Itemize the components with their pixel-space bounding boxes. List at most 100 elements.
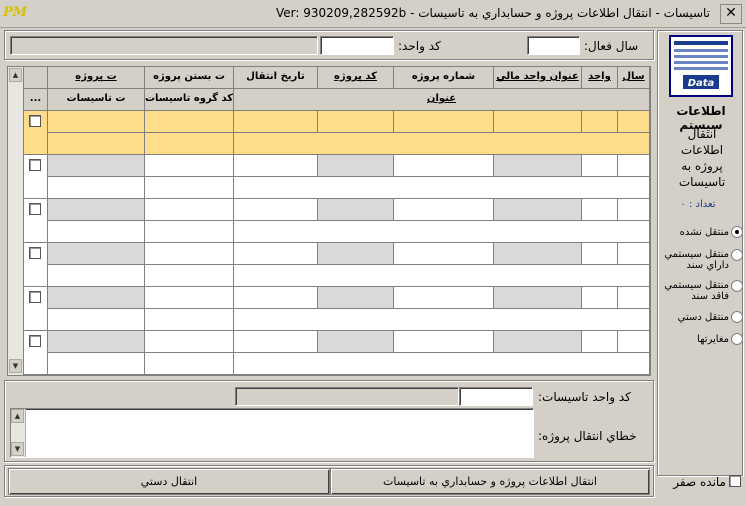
grid-cell[interactable] [145,309,234,331]
grid-cell[interactable] [48,243,145,265]
row-select-cell[interactable] [24,199,48,243]
grid-cell[interactable] [48,309,145,331]
grid-cell[interactable] [234,221,650,243]
grid-cell[interactable] [234,287,318,309]
grid-cell[interactable] [234,353,650,375]
grid-cell[interactable] [234,331,318,353]
row-select-cell[interactable] [24,287,48,331]
grid-cell[interactable] [234,199,318,221]
grid-cell[interactable] [394,155,494,177]
scroll-up-arrow[interactable]: ▲ [9,68,22,82]
col-facility-group-code[interactable]: کد گروه تاسيسات [145,89,234,111]
row-select-cell[interactable] [24,155,48,199]
row-checkbox[interactable] [29,159,41,171]
manual-transfer-button[interactable]: انتقال دستي [8,468,330,495]
facility-unit-code-input[interactable] [459,387,533,406]
grid-cell[interactable] [234,155,318,177]
grid-cell[interactable] [618,331,650,353]
radio-manual-transfer[interactable] [731,311,743,323]
grid-cell[interactable] [48,177,145,199]
grid-cell[interactable] [618,199,650,221]
grid-cell[interactable] [318,155,394,177]
fiscal-year-input[interactable] [527,36,580,55]
grid-cell[interactable] [145,353,234,375]
grid-scrollbar[interactable]: ▲ ▼ [8,67,24,375]
radio-system-without-doc[interactable] [731,280,743,292]
col-project-code[interactable]: کد پروژه [318,67,394,89]
unit-code-input[interactable] [320,36,394,55]
grid-cell[interactable] [145,155,234,177]
projects-grid[interactable]: ▲ ▼ ... ت پروژه ت بستن پروژه تاريخ انتقا… [7,66,651,376]
grid-cell[interactable] [234,265,650,287]
grid-cell[interactable] [48,111,145,133]
col-project-close-date[interactable]: ت بستن پروژه [145,67,234,89]
transfer-error-textarea[interactable] [10,408,534,458]
grid-cell[interactable] [494,243,582,265]
grid-cell[interactable] [48,265,145,287]
grid-cell[interactable] [48,331,145,353]
grid-cell[interactable] [618,243,650,265]
grid-cell[interactable] [494,199,582,221]
grid-cell[interactable] [582,155,618,177]
grid-cell[interactable] [318,111,394,133]
grid-cell[interactable] [48,221,145,243]
col-unit[interactable]: واحد [582,67,618,89]
grid-cell[interactable] [318,199,394,221]
grid-cell[interactable] [234,309,650,331]
row-checkbox[interactable] [29,291,41,303]
grid-cell[interactable] [318,331,394,353]
grid-cell[interactable] [145,243,234,265]
row-checkbox[interactable] [29,247,41,259]
grid-cell[interactable] [394,111,494,133]
col-project-number[interactable]: شماره پروژه [394,67,494,89]
more-columns-button[interactable]: ... [24,89,48,111]
row-checkbox[interactable] [29,115,41,127]
grid-cell[interactable] [145,111,234,133]
row-checkbox[interactable] [29,335,41,347]
grid-cell[interactable] [394,199,494,221]
grid-cell[interactable] [48,199,145,221]
grid-cell[interactable] [48,353,145,375]
grid-cell[interactable] [234,177,650,199]
grid-cell[interactable] [494,111,582,133]
col-title[interactable]: عنوان [234,89,650,111]
grid-cell[interactable] [582,287,618,309]
transfer-project-button[interactable]: انتقال اطلاعات پروژه و حسابداري به تاسيس… [330,468,650,495]
grid-cell[interactable] [145,331,234,353]
col-year[interactable]: سال [618,67,650,89]
grid-cell[interactable] [394,243,494,265]
row-checkbox[interactable] [29,203,41,215]
grid-cell[interactable] [494,287,582,309]
grid-cell[interactable] [234,111,318,133]
col-facility-date[interactable]: ت تاسيسات [48,89,145,111]
grid-cell[interactable] [618,287,650,309]
col-project-date[interactable]: ت پروژه [48,67,145,89]
grid-cell[interactable] [582,243,618,265]
grid-cell[interactable] [48,287,145,309]
grid-cell[interactable] [318,287,394,309]
row-select-cell[interactable] [24,331,48,375]
grid-cell[interactable] [145,265,234,287]
grid-cell[interactable] [582,199,618,221]
col-financial-unit-title[interactable]: عنوان واحد مالي [494,67,582,89]
grid-cell[interactable] [618,111,650,133]
grid-cell[interactable] [394,287,494,309]
grid-cell[interactable] [582,331,618,353]
scroll-down-arrow[interactable]: ▼ [9,359,22,373]
grid-cell[interactable] [494,155,582,177]
error-scrollbar[interactable]: ▲ ▼ [11,409,26,457]
grid-cell[interactable] [145,221,234,243]
grid-cell[interactable] [318,243,394,265]
error-scroll-up-arrow[interactable]: ▲ [11,409,24,423]
grid-cell[interactable] [48,155,145,177]
radio-not-transferred[interactable] [731,226,743,238]
grid-cell[interactable] [494,331,582,353]
grid-cell[interactable] [145,287,234,309]
row-select-cell[interactable] [24,243,48,287]
radio-discrepancies[interactable] [731,333,743,345]
row-select-cell[interactable] [24,111,48,155]
grid-cell[interactable] [48,133,145,155]
error-scroll-down-arrow[interactable]: ▼ [11,442,24,456]
close-button[interactable]: ✕ [720,4,742,24]
grid-cell[interactable] [145,199,234,221]
